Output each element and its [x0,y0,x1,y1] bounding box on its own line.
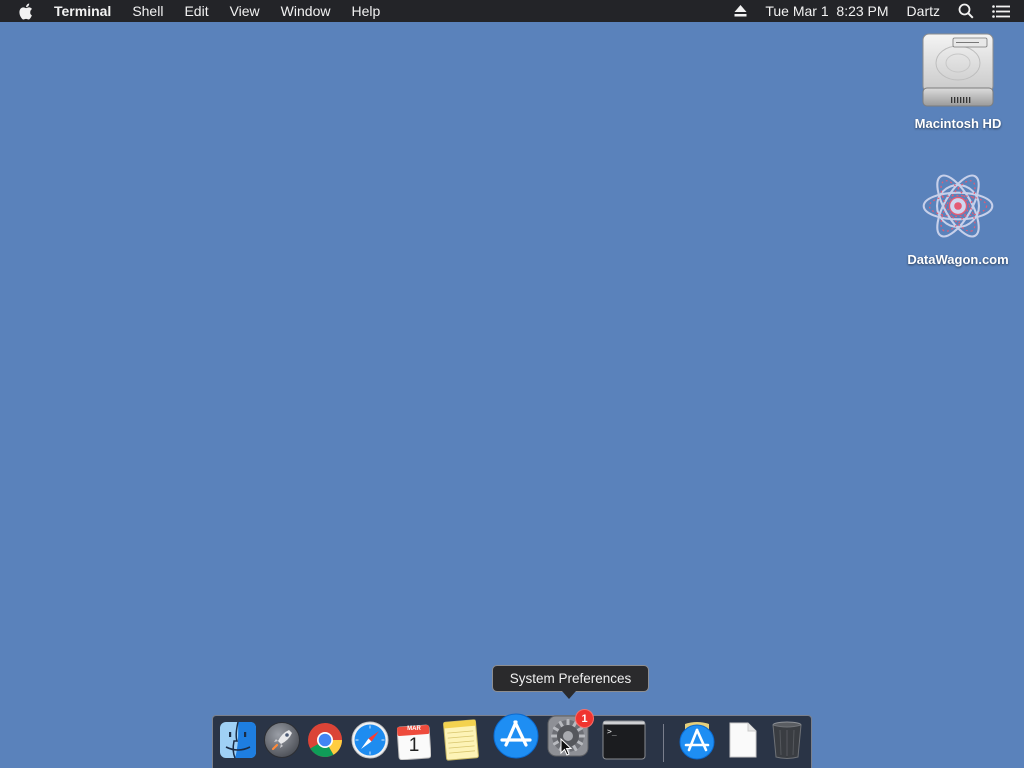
desktop-icon-datawagon[interactable]: DataWagon.com [903,166,1013,267]
dock-item-chrome[interactable] [303,720,347,764]
dock-item-finder[interactable] [216,720,260,764]
desktop-icon-label: Macintosh HD [914,116,1002,131]
launchpad-icon [263,721,301,764]
calendar-day: 1 [408,735,420,756]
dock-item-trash[interactable] [765,720,809,764]
app-store-icon [493,713,539,764]
dock: MAR 1 1 >_ [212,709,812,768]
mouse-cursor-icon [560,738,572,756]
hard-drive-icon [918,30,998,110]
dock-item-notes[interactable] [439,718,483,766]
desktop-icon-macintosh-hd[interactable]: Macintosh HD [903,30,1013,131]
document-icon [728,721,758,764]
menu-user[interactable]: Dartz [907,0,940,22]
notification-badge: 1 [575,709,594,728]
finder-icon [219,721,257,764]
dock-tooltip: System Preferences [492,665,649,692]
menu-app-name[interactable]: Terminal [54,0,111,22]
menu-bar: Terminal Shell Edit View Window Help Tue… [0,0,1024,22]
notification-center-icon[interactable] [992,0,1010,22]
trash-icon [771,720,803,765]
network-volume-icon [918,166,998,246]
dock-item-safari[interactable] [348,720,392,764]
notes-icon [441,718,481,766]
spotlight-search-icon[interactable] [958,0,974,22]
desktop-icon-label: DataWagon.com [907,252,1009,267]
calendar-icon: MAR 1 [397,724,431,760]
apple-menu-icon[interactable] [18,3,34,19]
eject-icon[interactable] [734,0,747,22]
dock-separator [663,724,664,762]
safari-icon [351,721,389,764]
tooltip-arrow [562,691,576,699]
menu-shell[interactable]: Shell [132,0,163,22]
svg-text:>_: >_ [607,727,617,736]
menu-window[interactable]: Window [281,0,331,22]
dock-item-calendar[interactable]: MAR 1 [392,720,436,764]
menu-edit[interactable]: Edit [184,0,208,22]
dock-item-terminal[interactable]: >_ [602,720,646,764]
menu-help[interactable]: Help [351,0,380,22]
applications-folder-icon [677,720,717,765]
dock-item-app-store[interactable] [492,713,540,764]
dock-item-applications[interactable] [675,720,719,764]
calendar-month: MAR [407,726,421,732]
menu-clock[interactable]: Tue Mar 1 8:23 PM [765,0,888,22]
menu-view[interactable]: View [230,0,260,22]
dock-item-document[interactable] [721,720,765,764]
terminal-icon: >_ [602,720,646,765]
chrome-icon [307,722,343,763]
dock-item-launchpad[interactable] [260,720,304,764]
